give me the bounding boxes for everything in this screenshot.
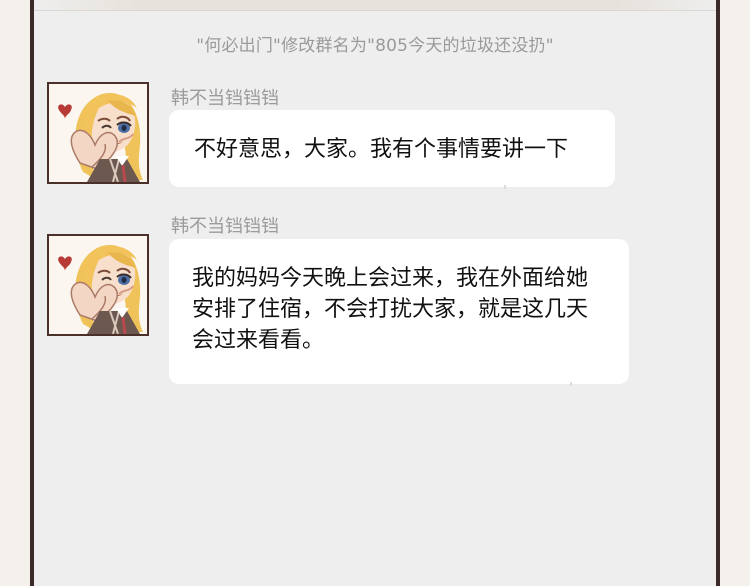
sender-name: 韩不当铛铛铛	[171, 216, 279, 237]
top-strip	[34, 0, 716, 11]
chat-window: "何必出门"修改群名为"805今天的垃圾还没扔" 韩不当铛铛铛 不好意思，大家。…	[30, 0, 720, 586]
girl-winking-heart-hands-icon	[49, 84, 147, 182]
group-rename-notice: "何必出门"修改群名为"805今天的垃圾还没扔"	[196, 36, 554, 56]
comic-panel: "何必出门"修改群名为"805今天的垃圾还没扔" 韩不当铛铛铛 不好意思，大家。…	[0, 0, 750, 586]
bubble-edge-mark	[570, 382, 572, 386]
message-text-line: 不好意思，大家。我有个事情要讲一下	[194, 137, 569, 162]
message-text-line: 我的妈妈今天晚上会过来，我在外面给她	[192, 266, 589, 291]
avatar[interactable]	[47, 234, 149, 336]
message-bubble: 我的妈妈今天晚上会过来，我在外面给她 安排了住宿，不会打扰大家，就是这几天 会过…	[169, 239, 629, 384]
message-bubble: 不好意思，大家。我有个事情要讲一下	[169, 110, 615, 187]
sender-name: 韩不当铛铛铛	[171, 88, 279, 109]
bubble-edge-mark	[504, 185, 506, 189]
message-text-line: 会过来看看。	[192, 328, 325, 353]
avatar[interactable]	[47, 82, 149, 184]
girl-winking-heart-hands-icon	[49, 236, 147, 334]
message-text-line: 安排了住宿，不会打扰大家，就是这几天	[192, 297, 589, 322]
